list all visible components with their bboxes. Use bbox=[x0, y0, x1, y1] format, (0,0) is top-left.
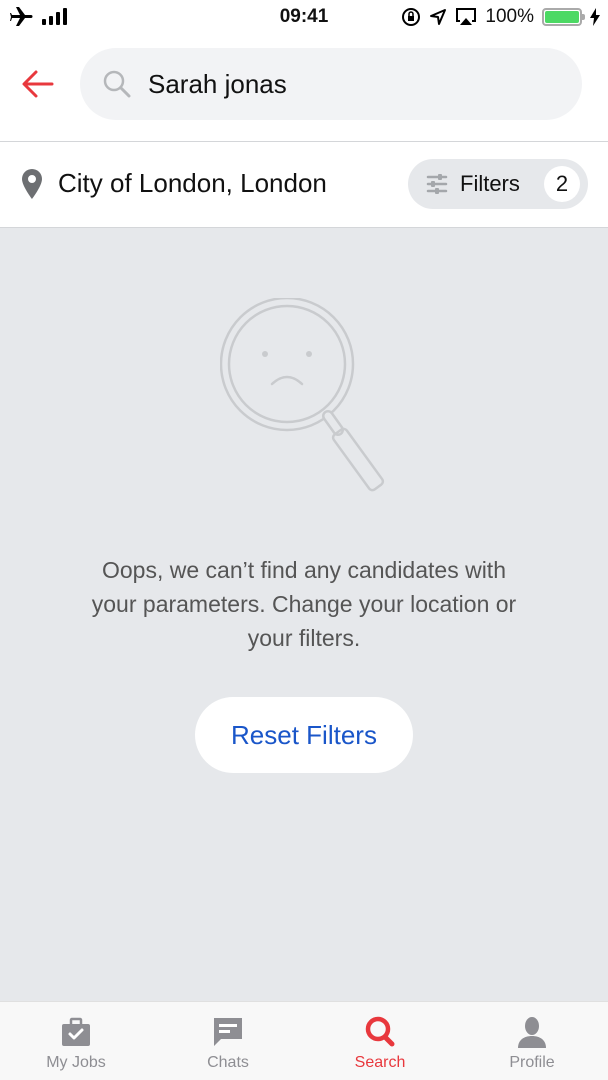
tab-profile[interactable]: Profile bbox=[456, 1002, 608, 1080]
location-selector[interactable]: City of London, London bbox=[22, 168, 327, 199]
filters-button[interactable]: Filters 2 bbox=[408, 159, 588, 209]
briefcase-check-icon bbox=[62, 1017, 90, 1046]
location-bar: City of London, London Filters 2 bbox=[0, 142, 608, 228]
tab-label: Search bbox=[354, 1054, 406, 1071]
filters-label: Filters bbox=[460, 171, 520, 196]
airplay-icon bbox=[456, 8, 477, 25]
location-text: City of London, London bbox=[58, 168, 327, 198]
search-icon bbox=[103, 70, 131, 98]
location-arrow-icon bbox=[430, 9, 447, 25]
status-bar: 09:41 100% bbox=[0, 0, 608, 34]
rotation-lock-icon bbox=[402, 8, 421, 26]
tab-chats[interactable]: Chats bbox=[152, 1002, 304, 1080]
map-pin-icon bbox=[22, 168, 42, 199]
back-button[interactable] bbox=[20, 66, 56, 102]
search-input[interactable] bbox=[148, 68, 548, 100]
search-header bbox=[0, 34, 608, 142]
empty-state-message: Oops, we can’t find any candidates with … bbox=[91, 557, 517, 651]
tab-bar: My Jobs Chats Search Profile bbox=[0, 1001, 608, 1080]
charging-bolt-icon bbox=[590, 8, 600, 26]
tab-label: My Jobs bbox=[46, 1054, 106, 1071]
sad-magnifier-icon bbox=[220, 298, 385, 492]
reset-filters-button[interactable]: Reset Filters bbox=[195, 697, 413, 773]
battery-icon bbox=[542, 8, 585, 26]
tab-my-jobs[interactable]: My Jobs bbox=[0, 1002, 152, 1080]
arrow-left-icon bbox=[22, 70, 54, 98]
person-icon bbox=[518, 1017, 546, 1048]
sliders-icon bbox=[426, 174, 448, 194]
search-icon bbox=[365, 1016, 395, 1047]
tab-label: Profile bbox=[509, 1054, 555, 1071]
tab-label: Chats bbox=[207, 1054, 249, 1071]
battery-percent: 100% bbox=[485, 6, 534, 27]
tab-search[interactable]: Search bbox=[304, 1002, 456, 1080]
filters-count-badge: 2 bbox=[544, 166, 580, 202]
search-box[interactable] bbox=[80, 48, 582, 120]
chat-bubble-icon bbox=[214, 1018, 242, 1046]
